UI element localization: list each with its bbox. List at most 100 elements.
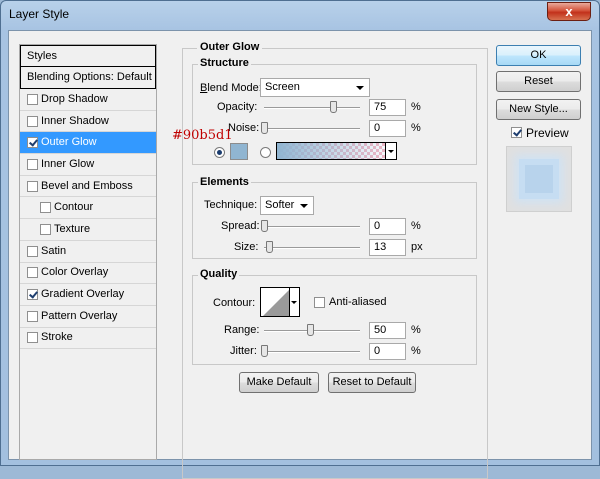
style-item-satin[interactable]: Satin — [20, 241, 156, 263]
blending-options-item[interactable]: Blending Options: Default — [20, 67, 156, 89]
chevron-down-icon — [356, 86, 364, 90]
noise-slider-thumb[interactable] — [261, 122, 268, 134]
gradient-radio[interactable] — [260, 147, 271, 158]
jitter-label: Jitter: — [230, 345, 257, 357]
style-checkbox[interactable] — [40, 202, 51, 214]
style-checkbox[interactable] — [27, 289, 38, 301]
range-slider-thumb[interactable] — [307, 324, 314, 336]
make-default-button[interactable]: Make Default — [239, 372, 319, 393]
glow-gradient-picker[interactable] — [276, 142, 396, 160]
style-items-list: Drop Shadow Inner Shadow Outer Glow Inner G… — [20, 89, 156, 350]
size-input[interactable]: 13 — [369, 239, 406, 256]
style-item-label: Drop Shadow — [41, 92, 108, 105]
styles-header[interactable]: Styles — [20, 45, 156, 67]
glow-color-swatch[interactable] — [230, 143, 248, 160]
opacity-label: Opacity: — [217, 101, 258, 113]
technique-label: Technique: — [204, 199, 258, 211]
style-checkbox[interactable] — [27, 332, 38, 344]
blend-mode-select[interactable]: Screen — [260, 78, 370, 97]
reset-button[interactable]: Reset — [496, 71, 581, 92]
jitter-slider-track[interactable] — [264, 351, 360, 353]
style-item-texture[interactable]: Texture — [20, 219, 156, 241]
quality-title: Quality — [198, 268, 240, 280]
title-bar[interactable]: Layer Style x — [1, 1, 599, 29]
contour-preview[interactable] — [260, 287, 290, 317]
contour-label: Contour: — [213, 297, 256, 309]
style-checkbox[interactable] — [27, 115, 38, 127]
color-annotation: #90b5d1 — [172, 128, 233, 143]
anti-aliased-checkbox[interactable] — [314, 297, 325, 308]
reset-to-default-button[interactable]: Reset to Default — [328, 372, 416, 393]
ok-button[interactable]: OK — [496, 45, 581, 66]
style-item-label: Gradient Overlay — [41, 288, 125, 301]
spread-unit: % — [411, 220, 421, 232]
style-checkbox[interactable] — [27, 137, 38, 149]
layer-style-dialog: Layer Style x Styles Blending Options: D… — [0, 0, 600, 479]
close-button[interactable]: x — [547, 2, 591, 21]
style-item-contour[interactable]: Contour — [20, 197, 156, 220]
jitter-input[interactable]: 0 — [369, 343, 406, 360]
style-checkbox[interactable] — [27, 180, 38, 192]
noise-label: Noise: — [228, 122, 260, 134]
style-item-drop-shadow[interactable]: Drop Shadow — [20, 89, 156, 111]
jitter-unit: % — [411, 345, 421, 357]
styles-panel: Styles Blending Options: Default Drop Sh… — [19, 44, 157, 460]
size-label: Size: — [234, 241, 259, 253]
style-item-label: Inner Glow — [41, 157, 95, 170]
style-checkbox[interactable] — [27, 310, 38, 322]
spread-slider-thumb[interactable] — [261, 220, 268, 232]
style-item-label: Texture — [54, 222, 91, 235]
preview-swatch — [519, 159, 559, 199]
range-label: Range: — [224, 324, 260, 336]
technique-select[interactable]: Softer — [260, 196, 314, 215]
gradient-dropdown-button[interactable] — [385, 142, 397, 160]
range-unit: % — [411, 324, 421, 336]
size-slider-thumb[interactable] — [265, 241, 273, 253]
style-item-pattern-overlay[interactable]: Pattern Overlay — [20, 306, 156, 328]
opacity-slider-thumb[interactable] — [330, 101, 337, 113]
style-item-label: Contour — [54, 201, 94, 214]
style-checkbox[interactable] — [27, 93, 38, 105]
spread-slider-track[interactable] — [264, 226, 360, 228]
spread-input[interactable]: 0 — [369, 218, 406, 235]
style-item-label: Outer Glow — [41, 136, 97, 149]
style-item-color-overlay[interactable]: Color Overlay — [20, 263, 156, 285]
opacity-input[interactable]: 75 — [369, 99, 406, 116]
contour-dropdown-button[interactable] — [290, 287, 300, 317]
style-item-label: Bevel and Emboss — [41, 179, 133, 192]
solid-color-radio[interactable] — [214, 147, 225, 158]
blend-mode-label: Blend Mode: — [200, 82, 262, 94]
new-style-button[interactable]: New Style... — [496, 99, 581, 120]
style-item-inner-glow[interactable]: Inner Glow — [20, 154, 156, 176]
style-item-label: Pattern Overlay — [41, 309, 118, 322]
preview-label: Preview — [526, 126, 569, 140]
style-item-gradient-overlay[interactable]: Gradient Overlay — [20, 284, 156, 306]
linear-contour-icon — [263, 290, 289, 316]
style-preview-thumbnail — [506, 146, 572, 212]
dialog-body: Styles Blending Options: Default Drop Sh… — [8, 30, 592, 479]
style-item-inner-shadow[interactable]: Inner Shadow — [20, 111, 156, 133]
style-checkbox[interactable] — [27, 267, 38, 279]
jitter-slider-thumb[interactable] — [261, 345, 268, 357]
noise-input[interactable]: 0 — [369, 120, 406, 137]
style-item-outer-glow[interactable]: Outer Glow — [20, 132, 156, 155]
technique-value: Softer — [265, 199, 295, 211]
anti-aliased-label: Anti-aliased — [329, 296, 387, 308]
preview-checkbox[interactable] — [511, 127, 522, 138]
noise-slider-track[interactable] — [264, 128, 360, 130]
style-checkbox[interactable] — [40, 223, 51, 235]
range-input[interactable]: 50 — [369, 322, 406, 339]
style-item-bevel-and-emboss[interactable]: Bevel and Emboss — [20, 176, 156, 198]
style-item-label: Color Overlay — [41, 266, 109, 279]
size-slider-track[interactable] — [264, 247, 360, 249]
style-checkbox[interactable] — [27, 158, 38, 170]
elements-title: Elements — [198, 176, 251, 188]
style-item-stroke[interactable]: Stroke — [20, 328, 156, 350]
style-checkbox[interactable] — [27, 245, 38, 257]
style-item-label: Inner Shadow — [41, 114, 109, 127]
structure-title: Structure — [198, 57, 251, 69]
blend-mode-label-text: lend Mode: — [207, 82, 262, 94]
style-item-label: Stroke — [41, 331, 73, 344]
opacity-slider-track[interactable] — [264, 107, 360, 109]
blend-mode-value: Screen — [265, 81, 300, 93]
